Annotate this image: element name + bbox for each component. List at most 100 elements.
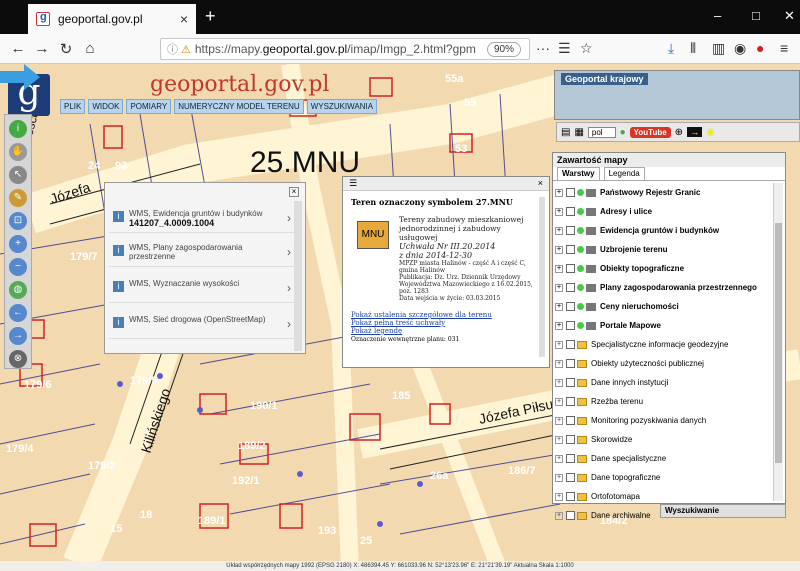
expand-icon[interactable]: + xyxy=(555,302,563,311)
layer-item[interactable]: + Plany zagospodarowania przestrzennego xyxy=(555,278,769,297)
tab-legenda[interactable]: Legenda xyxy=(603,167,645,180)
layer-item[interactable]: + Ewidencja gruntów i budynków xyxy=(555,221,769,240)
account-icon[interactable]: ◉ xyxy=(734,40,746,57)
layer-checkbox[interactable] xyxy=(566,378,575,387)
layer-checkbox[interactable] xyxy=(566,416,575,425)
forward-arrow-icon[interactable]: → xyxy=(30,40,54,57)
tab-warstwy[interactable]: Warstwy xyxy=(557,167,600,180)
menu-item-nmt[interactable]: NUMERYCZNY MODEL TERENU xyxy=(174,99,304,114)
link-detailed-provisions[interactable]: Pokaż ustalenia szczegółowe dla terenu xyxy=(351,311,492,319)
layer-checkbox[interactable] xyxy=(566,188,575,197)
expand-icon[interactable]: + xyxy=(555,511,563,520)
menu-item-plik[interactable]: PLIK xyxy=(60,99,86,114)
expand-icon[interactable]: + xyxy=(555,245,563,254)
sidebar-icon[interactable]: ▥ xyxy=(712,40,725,57)
layer-item[interactable]: + Specjalistyczne informacje geodezyjne xyxy=(555,335,769,354)
language-select[interactable]: pol xyxy=(587,126,616,138)
layer-item[interactable]: + Adresy i ulice xyxy=(555,202,769,221)
new-tab-button[interactable]: + xyxy=(205,6,216,27)
layer-checkbox[interactable] xyxy=(566,245,575,254)
layer-checkbox[interactable] xyxy=(566,435,575,444)
list-view-icon[interactable]: ☰ xyxy=(349,178,357,189)
layer-item[interactable]: + Monitoring pozyskiwania danych xyxy=(555,411,769,430)
zoom-in-icon[interactable]: + xyxy=(9,235,27,253)
info-panel-scrollbar[interactable] xyxy=(294,201,302,351)
expand-icon[interactable]: + xyxy=(555,226,563,235)
link-legend[interactable]: Pokaż legendę xyxy=(351,327,492,335)
layer-checkbox[interactable] xyxy=(566,264,575,273)
zoom-extent-icon[interactable]: ⊡ xyxy=(9,212,27,230)
layer-item[interactable]: + Uzbrojenie terenu xyxy=(555,240,769,259)
overview-minimap[interactable]: Geoportal krajowy xyxy=(554,70,800,120)
scrollbar-thumb[interactable] xyxy=(775,223,782,463)
expand-icon[interactable]: + xyxy=(555,207,563,216)
layer-item[interactable]: + Obiekty użyteczności publicznej xyxy=(555,354,769,373)
expand-icon[interactable]: + xyxy=(555,473,563,482)
search-panel-header[interactable]: Wyszukiwanie xyxy=(660,504,786,518)
layer-checkbox[interactable] xyxy=(566,340,575,349)
save-icon[interactable]: ▦ xyxy=(574,127,583,138)
reload-icon[interactable]: ↻ xyxy=(54,40,78,58)
expand-icon[interactable]: + xyxy=(555,454,563,463)
layer-scrollbar[interactable] xyxy=(773,183,783,501)
map-canvas[interactable]: 24 93 179/7 179/6 179/5 179/4 179/2 189/… xyxy=(0,64,800,571)
select-tool-icon[interactable]: ↖ xyxy=(9,166,27,184)
expand-icon[interactable]: + xyxy=(555,188,563,197)
addon-icon[interactable]: ● xyxy=(756,40,764,56)
clear-tool-icon[interactable]: ⊗ xyxy=(9,350,27,368)
info-row-wysokosci[interactable]: i WMS, Wyznaczanie wysokości › xyxy=(109,271,295,303)
expand-icon[interactable]: + xyxy=(555,492,563,501)
maximize-button[interactable]: □ xyxy=(752,8,760,23)
layer-item[interactable]: + Państwowy Rejestr Granic xyxy=(555,183,769,202)
detail-scrollbar[interactable] xyxy=(539,197,545,357)
layer-checkbox[interactable] xyxy=(566,283,575,292)
zoom-level-badge[interactable]: 90% xyxy=(486,42,521,57)
next-view-icon[interactable]: → xyxy=(9,327,27,345)
layer-item[interactable]: + Skorowidze xyxy=(555,430,769,449)
layer-checkbox[interactable] xyxy=(566,511,575,520)
info-row-siec-drogowa[interactable]: i WMS, Sieć drogowa (OpenStreetMap) › xyxy=(109,307,295,339)
layer-checkbox[interactable] xyxy=(566,302,575,311)
expand-icon[interactable]: + xyxy=(555,416,563,425)
expand-icon[interactable]: + xyxy=(555,435,563,444)
layer-checkbox[interactable] xyxy=(566,207,575,216)
eye-icon[interactable]: ◉ xyxy=(706,127,715,138)
layer-checkbox[interactable] xyxy=(566,397,575,406)
menu-item-wyszukiwania[interactable]: WYSZUKIWANIA xyxy=(306,99,378,114)
info-tool-icon[interactable]: i xyxy=(9,120,27,138)
previous-view-icon[interactable]: ← xyxy=(9,304,27,322)
expand-icon[interactable]: + xyxy=(555,378,563,387)
layer-item[interactable]: + Dane specjalistyczne xyxy=(555,449,769,468)
pocket-icon[interactable]: ☰ xyxy=(558,40,571,57)
library-icon[interactable]: ⦀ xyxy=(690,40,696,57)
layer-item[interactable]: + Portale Mapowe xyxy=(555,316,769,335)
minimize-button[interactable]: – xyxy=(714,8,721,23)
print-icon[interactable]: ▤ xyxy=(561,127,570,138)
address-bar[interactable]: ⓘ ⚠ https://mapy.geoportal.gov.pl/imap/I… xyxy=(160,38,530,60)
expand-icon[interactable]: + xyxy=(555,340,563,349)
layer-item[interactable]: + Dane topograficzne xyxy=(555,468,769,487)
expand-icon[interactable]: + xyxy=(555,321,563,330)
youtube-button[interactable]: YouTube xyxy=(629,126,671,138)
settings-icon[interactable]: ⊕ xyxy=(675,127,683,138)
layer-checkbox[interactable] xyxy=(566,473,575,482)
bookmark-star-icon[interactable]: ☆ xyxy=(580,40,593,57)
home-icon[interactable]: ⌂ xyxy=(78,40,102,57)
browser-tab[interactable]: geoportal.gov.pl × xyxy=(28,4,196,34)
layer-item[interactable]: + Obiekty topograficzne xyxy=(555,259,769,278)
window-close-button[interactable]: ✕ xyxy=(784,8,795,24)
expand-icon[interactable]: + xyxy=(555,397,563,406)
expand-icon[interactable]: + xyxy=(555,359,563,368)
menu-item-pomiary[interactable]: POMIARY xyxy=(126,99,172,114)
layer-item[interactable]: + Rzeźba terenu xyxy=(555,392,769,411)
layer-checkbox[interactable] xyxy=(566,226,575,235)
layer-item[interactable]: + Ceny nieruchomości xyxy=(555,297,769,316)
page-actions-icon[interactable]: ··· xyxy=(536,40,550,56)
layer-checkbox[interactable] xyxy=(566,492,575,501)
pan-tool-icon[interactable]: ✋ xyxy=(9,143,27,161)
link-full-resolution[interactable]: Pokaż pełną treść uchwały xyxy=(351,319,492,327)
detail-close-icon[interactable]: × xyxy=(538,178,543,188)
info-panel-close-icon[interactable]: × xyxy=(289,187,299,197)
globe-icon[interactable]: ◍ xyxy=(9,281,27,299)
back-arrow-icon[interactable]: ← xyxy=(6,40,30,57)
